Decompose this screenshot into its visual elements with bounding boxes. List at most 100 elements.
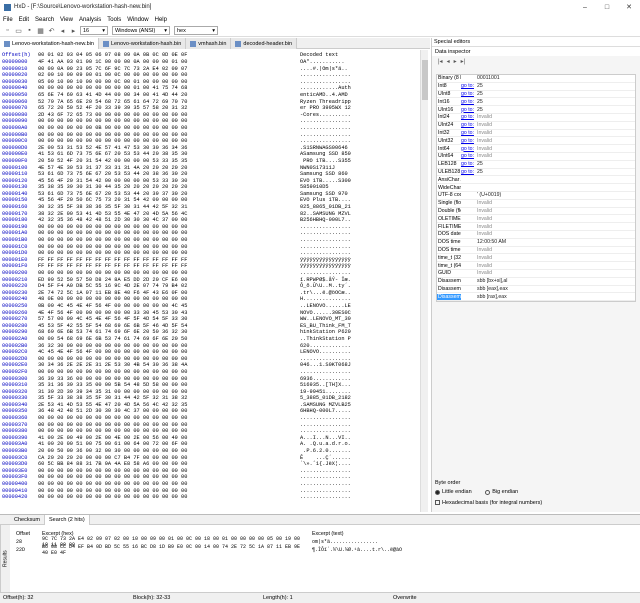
menu-view[interactable]: View [60, 17, 73, 23]
row-text[interactable]: OA*........... [300, 59, 420, 66]
goto-link[interactable]: go to: [461, 107, 475, 113]
row-bytes[interactable]: 0B 00 4C 45 4E 4F 56 4F 00 00 00 00 00 0… [38, 303, 300, 310]
inspector-row[interactable]: UInt24 go to: Invalid [437, 122, 635, 130]
inspector-row[interactable]: time_t (32 bi Invalid [437, 254, 635, 263]
hex-row[interactable]: 000002A0 00 00 54 68 69 6E 6B 53 74 61 74… [2, 336, 428, 343]
row-bytes[interactable]: 00 00 00 00 00 00 00 00 00 00 00 00 00 0… [38, 494, 300, 501]
row-bytes[interactable]: FF FF FF FF FF FF FF FF FF FF FF FF FF F… [38, 263, 300, 270]
hex-row[interactable]: 00000130 35 38 35 39 30 31 30 44 35 20 20… [2, 184, 428, 191]
goto-link[interactable]: go to: [461, 83, 475, 89]
inspector-value[interactable]: Invalid [475, 200, 635, 206]
hex-row[interactable]: 000001E0 FF FF FF FF FF FF FF FF FF FF FF… [2, 257, 428, 264]
inspector-row[interactable]: Int8 go to: 25 [437, 83, 635, 91]
hex-row[interactable]: 00000180 42 32 35 36 48 42 48 51 2D 30 30… [2, 217, 428, 224]
row-text[interactable]: Samsung SSD 970 [300, 191, 420, 198]
row-bytes[interactable]: FF FF FF FF FF FF FF FF FF FF FF FF FF F… [38, 257, 300, 264]
hex-row[interactable]: 00000240 48 0E 00 00 00 00 00 00 00 00 00… [2, 296, 428, 303]
row-text[interactable]: ................ [300, 494, 420, 501]
row-bytes[interactable]: 35 31 36 39 33 35 00 00 5B 54 48 5D 58 0… [38, 382, 300, 389]
row-bytes[interactable]: 31 39 2D 39 39 34 35 31 00 00 00 00 00 0… [38, 389, 300, 396]
row-bytes[interactable]: 00 00 00 00 00 00 00 00 00 00 00 00 00 0… [38, 250, 300, 257]
row-bytes[interactable]: 48 0E 00 00 00 00 00 00 00 00 00 00 00 0… [38, 296, 300, 303]
goto-link[interactable]: go to: [461, 161, 475, 167]
row-text[interactable]: LENOVO.......... [300, 349, 420, 356]
row-text[interactable]: .S1SRNWAGS00646 [300, 145, 420, 152]
row-text[interactable]: WW..LENOVO_MT_30 [300, 316, 420, 323]
row-text[interactable]: ................ [300, 415, 420, 422]
row-bytes[interactable]: D4 5F F4 A0 DB 5C 55 16 9C 4D 2E 07 74 7… [38, 283, 300, 290]
menu-analysis[interactable]: Analysis [79, 17, 101, 23]
hex-row[interactable]: 000003C0 CA 20 20 20 20 00 00 00 C7 B4 7F… [2, 455, 428, 462]
row-text[interactable]: ................ [300, 250, 420, 257]
hex-row[interactable]: 00000000 4F 41 AA 03 01 00 1C 00 00 00 0A… [2, 59, 428, 66]
big-endian-radio[interactable]: Big endian [485, 489, 518, 495]
row-bytes[interactable]: 02 00 10 00 09 00 01 00 0C 00 00 00 00 0… [38, 72, 300, 79]
row-bytes[interactable]: 35 38 35 39 30 31 30 44 35 20 20 20 20 2… [38, 184, 300, 191]
hex-row[interactable]: 000003B0 20 00 50 00 36 00 32 00 30 00 00… [2, 448, 428, 455]
row-text[interactable]: Samsung SSD 860 [300, 171, 420, 178]
row-bytes[interactable]: 00 00 00 00 00 00 00 00 00 00 00 00 00 0… [38, 138, 300, 145]
row-text[interactable]: PRO 1TB....S355 [300, 158, 420, 165]
hex-row[interactable]: 000000D0 2E 00 53 31 53 52 4E 57 41 47 53… [2, 145, 428, 152]
menu-search[interactable]: Search [35, 17, 54, 23]
row-bytes[interactable]: 4F 41 AA 03 01 00 1C 00 00 00 0A 00 00 0… [38, 59, 300, 66]
hex-row[interactable]: 000002B0 36 32 30 00 00 00 00 00 00 00 00… [2, 343, 428, 350]
inspector-row[interactable]: Int16 go to: 25 [437, 98, 635, 107]
hex-row[interactable]: 00000100 4E 57 4E 30 53 31 37 33 31 31 4A… [2, 165, 428, 172]
save-icon[interactable]: ▪ [25, 26, 34, 35]
row-bytes[interactable]: 00 00 00 00 00 00 00 00 00 00 00 00 00 0… [38, 481, 300, 488]
inspector-row[interactable]: GUID Invalid [437, 270, 635, 278]
inspector-value[interactable]: 25 [475, 83, 635, 89]
arrow-left-icon[interactable]: ◂ [58, 26, 67, 35]
minimize-button[interactable]: – [574, 0, 596, 14]
row-bytes[interactable]: 4E 57 4E 30 53 31 37 33 31 31 4A 20 20 2… [38, 165, 300, 172]
hex-row[interactable]: 00000020 02 00 10 00 09 00 01 00 0C 00 00… [2, 72, 428, 79]
menu-help[interactable]: Help [155, 17, 167, 23]
inspector-value[interactable]: Invalid [475, 224, 635, 230]
inspector-row[interactable]: UTF-8 code p ' (U+0019) [437, 192, 635, 200]
row-bytes[interactable]: 00 00 00 00 00 00 00 00 00 00 00 00 00 0… [38, 132, 300, 139]
row-text[interactable]: Ô_ô.Û\U..M..ty´. [300, 283, 420, 290]
hex-row[interactable]: 00000360 00 00 00 00 00 00 00 00 00 00 00… [2, 415, 428, 422]
row-text[interactable]: ................ [300, 474, 420, 481]
row-text[interactable]: 046...1.S0KT068J [300, 362, 420, 369]
row-bytes[interactable]: 41 53 61 6D 73 75 6E 67 20 53 53 44 20 3… [38, 151, 300, 158]
row-text[interactable]: 025_8865_01DB_21 [300, 204, 420, 211]
hex-row[interactable]: 00000330 35 5F 33 38 38 35 5F 30 31 44 42… [2, 395, 428, 402]
inspector-row[interactable]: UInt64 go to: Invalid [437, 153, 635, 161]
row-bytes[interactable]: CA 20 20 20 20 00 00 00 C7 B4 7F 00 00 0… [38, 455, 300, 462]
hex-scrollbar[interactable] [420, 50, 428, 512]
row-bytes[interactable]: 38 32 2E 00 53 41 4D 53 55 4E 47 20 4D 5… [38, 211, 300, 218]
hex-row[interactable]: 000001C0 00 00 00 00 00 00 00 00 00 00 00… [2, 244, 428, 251]
row-bytes[interactable]: 35 5F 33 38 38 35 5F 30 31 44 42 5F 32 3… [38, 395, 300, 402]
row-text[interactable]: ÿÿÿÿÿÿÿÿÿÿÿÿÿÿÿÿ [300, 257, 420, 264]
hex-row[interactable]: 00000040 00 00 00 00 00 00 00 00 00 00 01… [2, 85, 428, 92]
hex-row[interactable]: 00000110 53 61 6D 73 75 6E 67 20 53 53 44… [2, 171, 428, 178]
hex-row[interactable]: 000001D0 00 00 00 00 00 00 00 00 00 00 00… [2, 250, 428, 257]
inspector-value[interactable]: 25 [475, 169, 635, 175]
goto-link[interactable]: go to: [461, 153, 475, 159]
hex-row[interactable]: 00000080 2D 43 6F 72 65 73 00 00 00 00 00… [2, 112, 428, 119]
row-bytes[interactable]: 4E 4F 56 4F 00 00 00 00 00 00 33 30 45 5… [38, 310, 300, 317]
row-text[interactable]: ............Auth [300, 85, 420, 92]
hex-row[interactable]: 00000230 2E 74 72 5C 1A 07 11 EB 8E 40 F6… [2, 290, 428, 297]
hex-row[interactable]: 00000030 05 00 10 00 10 00 00 00 0C 00 01… [2, 79, 428, 86]
row-bytes[interactable]: 20 00 50 00 36 00 32 00 30 00 00 00 00 0… [38, 448, 300, 455]
hex-row[interactable]: 00000370 00 00 00 00 00 00 00 00 00 00 00… [2, 422, 428, 429]
row-text[interactable]: ASamsung SSD 850 [300, 151, 420, 158]
row-text[interactable]: ................ [300, 79, 420, 86]
inspector-row[interactable]: FILETIME Invalid [437, 223, 635, 231]
inspector-value[interactable]: Invalid [475, 255, 635, 261]
hex-row[interactable]: 000002F0 00 00 00 00 00 00 00 00 00 00 00… [2, 369, 428, 376]
row-text[interactable]: -Cores.......... [300, 112, 420, 119]
row-text[interactable]: 6936............ [300, 376, 420, 383]
hex-row[interactable]: 00000260 4E 4F 56 4F 00 00 00 00 00 00 33… [2, 310, 428, 317]
hex-row[interactable]: 00000150 45 56 4F 20 50 6C 75 73 20 31 54… [2, 197, 428, 204]
scroll-thumb[interactable] [422, 60, 428, 100]
inspector-row[interactable]: Single (float Invalid [437, 200, 635, 208]
tab-checksum[interactable]: Checksum [10, 515, 45, 525]
hex-row[interactable]: 00000420 00 00 00 00 00 00 00 00 00 00 00… [2, 494, 428, 501]
inspector-row[interactable]: ULEB128 go to: 25 [437, 169, 635, 177]
row-text[interactable]: ................ [300, 237, 420, 244]
tab-file-2[interactable]: Lenovo-workstation-hash.bin [98, 38, 187, 49]
